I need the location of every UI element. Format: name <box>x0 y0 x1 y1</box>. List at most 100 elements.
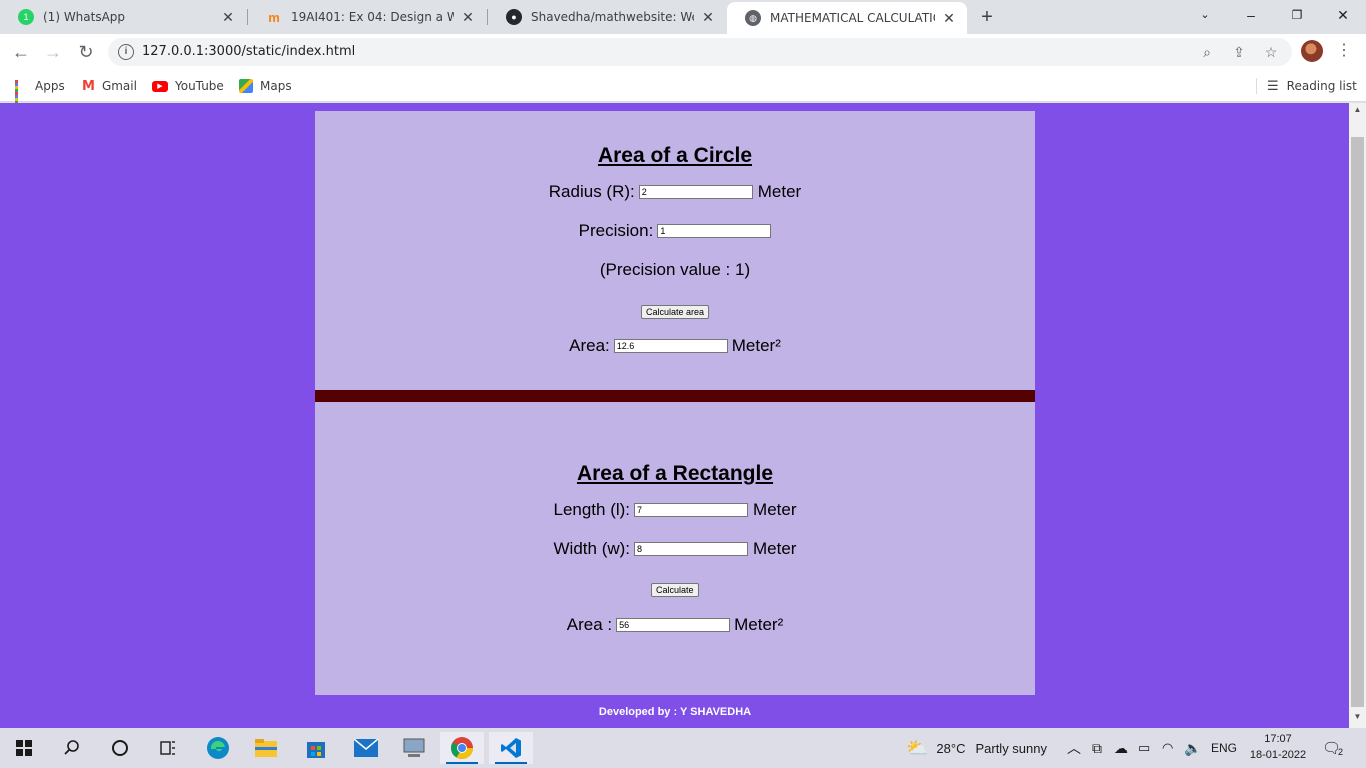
notification-count: 2 <box>1338 747 1344 757</box>
address-bar[interactable]: i 127.0.0.1:3000/static/index.html ⌕ ⇪ ☆ <box>108 38 1292 66</box>
show-hidden-icons[interactable]: ︿ <box>1067 728 1081 768</box>
bookmark-label: Maps <box>260 79 292 93</box>
volume-icon[interactable]: 🔈 <box>1184 728 1201 768</box>
weather-text: Partly sunny <box>975 740 1048 756</box>
weather-widget[interactable]: ⛅ 28°C Partly sunny <box>906 728 1047 768</box>
back-icon[interactable]: ← <box>9 40 33 64</box>
bookmark-apps[interactable]: Apps <box>15 77 65 107</box>
calculator-panel: Area of a Circle Radius (R): Meter Preci… <box>315 111 1035 695</box>
footer-credit: Developed by : Y SHAVEDHA <box>598 706 752 718</box>
scrollbar-thumb[interactable] <box>1351 137 1364 707</box>
weather-temp: 28°C <box>936 740 966 756</box>
chrome-icon[interactable] <box>440 732 484 764</box>
radius-unit: Meter <box>757 182 802 201</box>
bookmark-label: Apps <box>35 79 65 93</box>
close-tab-icon[interactable]: ✕ <box>460 9 476 26</box>
tab-search-icon[interactable]: ⌄ <box>1182 0 1228 30</box>
page-viewport: Area of a Circle Radius (R): Meter Preci… <box>0 103 1349 728</box>
store-icon[interactable] <box>294 732 338 764</box>
rectangle-area-row: Area : Meter² <box>315 615 1035 635</box>
share-icon[interactable]: ⇪ <box>1230 43 1248 61</box>
circle-area-row: Area: Meter² <box>315 336 1035 356</box>
new-tab-button[interactable]: + <box>976 6 998 28</box>
precision-label: Precision: <box>578 221 654 240</box>
circle-area-output[interactable] <box>613 339 728 353</box>
cortana-icon[interactable] <box>98 732 142 764</box>
moodle-icon: m <box>268 9 280 25</box>
wifi-icon[interactable]: ◠ <box>1162 728 1173 768</box>
width-row: Width (w): Meter <box>315 539 1035 559</box>
close-window-icon[interactable]: ✕ <box>1320 0 1366 30</box>
scroll-up-icon[interactable]: ▲ <box>1349 105 1366 119</box>
close-tab-icon[interactable]: ✕ <box>941 10 957 27</box>
computer-icon[interactable] <box>392 732 436 764</box>
bookmark-youtube[interactable]: ▶ YouTube <box>152 77 224 95</box>
windows-taskbar: ⛅ 28°C Partly sunny ︿ ⧉ ☁ ▭ ◠ 🔈 ENG 17:0… <box>0 728 1366 768</box>
battery-icon[interactable]: ▭ <box>1138 728 1150 768</box>
tab-github[interactable]: ● Shavedha/mathwebsite: Webpag ✕ <box>488 0 726 34</box>
bookmark-star-icon[interactable]: ☆ <box>1262 43 1280 61</box>
bookmark-label: YouTube <box>175 79 224 93</box>
circle-section-title: Area of a Circle <box>597 144 753 167</box>
language-indicator[interactable]: ENG <box>1211 728 1237 768</box>
bookmark-gmail[interactable]: M Gmail <box>82 77 137 95</box>
onedrive-icon[interactable]: ☁ <box>1114 728 1128 768</box>
notifications-icon[interactable]: 🗨 2 <box>1322 728 1343 768</box>
reading-list[interactable]: ☰ Reading list <box>1267 77 1357 95</box>
clock-date: 18-01-2022 <box>1249 749 1307 761</box>
bookmarks-separator <box>1256 78 1257 94</box>
bookmark-label: Gmail <box>101 79 137 93</box>
mail-icon[interactable] <box>344 732 388 764</box>
task-view-icon[interactable] <box>146 732 190 764</box>
forward-icon[interactable]: → <box>41 40 65 64</box>
radius-label: Radius (R): <box>548 182 635 201</box>
browser-toolbar: ← → ↻ i 127.0.0.1:3000/static/index.html… <box>0 34 1366 70</box>
length-input[interactable] <box>634 503 749 517</box>
restore-icon[interactable]: ❐ <box>1274 0 1320 30</box>
file-explorer-icon[interactable] <box>244 732 288 764</box>
partly-sunny-icon: ⛅ <box>906 737 929 758</box>
whatsapp-icon: 1 <box>18 9 34 25</box>
scroll-down-icon[interactable]: ▼ <box>1349 712 1366 726</box>
reading-list-icon: ☰ <box>1267 78 1279 94</box>
bookmarks-bar: Apps M Gmail ▶ YouTube Maps ☰ Reading li… <box>0 70 1366 107</box>
minimize-icon[interactable]: – <box>1228 0 1274 30</box>
tab-math-calculations[interactable]: ◍ MATHEMATICAL CALCULATIONS ✕ <box>727 2 967 34</box>
profile-avatar[interactable] <box>1301 40 1323 62</box>
precision-row: Precision: <box>315 221 1035 241</box>
site-info-icon[interactable]: i <box>118 44 134 60</box>
tab-moodle[interactable]: m 19AI401: Ex 04: Design a Website ✕ <box>248 0 486 34</box>
calculate-area-button[interactable]: Calculate area <box>641 305 710 319</box>
search-icon[interactable] <box>50 732 94 764</box>
maps-icon <box>239 79 253 93</box>
url-text: 127.0.0.1:3000/static/index.html <box>142 44 356 59</box>
github-icon: ● <box>506 9 522 25</box>
zoom-icon[interactable]: ⌕ <box>1198 43 1216 61</box>
radius-input[interactable] <box>638 185 753 199</box>
windows-start-icon[interactable] <box>2 732 46 764</box>
reload-icon[interactable]: ↻ <box>74 40 98 64</box>
calculate-button[interactable]: Calculate <box>651 583 699 597</box>
vscode-icon[interactable] <box>489 732 533 764</box>
width-unit: Meter <box>753 539 797 558</box>
globe-icon: ◍ <box>745 10 761 26</box>
length-row: Length (l): Meter <box>315 500 1035 520</box>
close-tab-icon[interactable]: ✕ <box>700 9 716 26</box>
page-scrollbar[interactable]: ▲ ▼ <box>1349 103 1366 728</box>
width-input[interactable] <box>634 542 749 556</box>
tab-whatsapp[interactable]: 1 (1) WhatsApp ✕ <box>0 0 246 34</box>
tab-strip: 1 (1) WhatsApp ✕ m 19AI401: Ex 04: Desig… <box>0 0 1366 34</box>
menu-icon[interactable]: ⋮ <box>1336 40 1352 62</box>
circle-area-label: Area: <box>569 336 610 355</box>
length-label: Length (l): <box>553 500 631 519</box>
precision-input[interactable] <box>657 224 772 238</box>
precision-note: (Precision value : 1) <box>599 260 751 279</box>
width-label: Width (w): <box>553 539 631 558</box>
bookmark-maps[interactable]: Maps <box>239 77 292 95</box>
tab-title: (1) WhatsApp <box>43 10 126 24</box>
meet-now-icon[interactable]: ⧉ <box>1092 728 1102 768</box>
clock[interactable]: 17:07 18-01-2022 <box>1246 731 1310 763</box>
close-tab-icon[interactable]: ✕ <box>220 9 236 26</box>
edge-icon[interactable] <box>196 732 240 764</box>
rectangle-area-output[interactable] <box>616 618 731 632</box>
